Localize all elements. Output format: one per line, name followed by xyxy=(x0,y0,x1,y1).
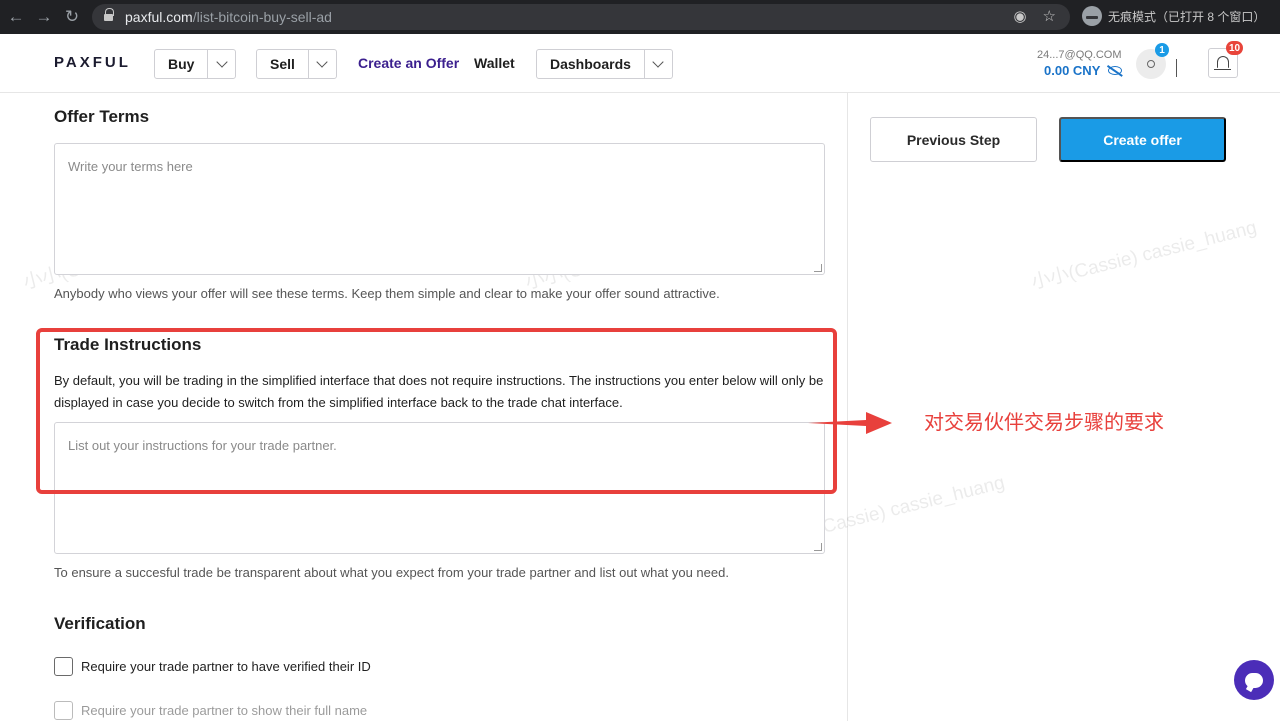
resize-handle-icon[interactable] xyxy=(814,264,822,272)
chat-bubble-icon xyxy=(1245,672,1263,688)
previous-step-button[interactable]: Previous Step xyxy=(870,117,1037,162)
forward-icon[interactable]: → xyxy=(30,3,58,31)
sell-dropdown[interactable]: Sell xyxy=(256,49,337,79)
verified-id-label: Require your trade partner to have verif… xyxy=(81,659,371,674)
chevron-down-icon xyxy=(316,56,329,68)
sell-button[interactable]: Sell xyxy=(257,50,308,78)
chevron-down-icon xyxy=(1176,59,1177,77)
verification-title: Verification xyxy=(54,614,146,633)
account-menu-chevron[interactable] xyxy=(1176,59,1177,77)
hide-balance-icon[interactable] xyxy=(1108,66,1123,75)
browser-toolbar: ← → ↻ paxful.com/list-bitcoin-buy-sell-a… xyxy=(0,0,1280,34)
incognito-indicator[interactable]: 无痕模式（已打开 8 个窗口） xyxy=(1082,6,1265,26)
resize-handle-icon[interactable] xyxy=(814,543,822,551)
verified-id-option[interactable]: Require your trade partner to have verif… xyxy=(54,657,371,676)
annotation-highlight-box xyxy=(36,328,837,494)
incognito-icon xyxy=(1082,6,1102,26)
watermark: 小小(Cassie) cassie_huang xyxy=(1029,217,1259,294)
account-email: 24...7@QQ.COM xyxy=(1037,49,1122,61)
column-divider xyxy=(847,93,848,721)
incognito-label: 无痕模式（已打开 8 个窗口） xyxy=(1108,9,1266,24)
offer-terms-helper: Anybody who views your offer will see th… xyxy=(54,286,720,301)
buy-button[interactable]: Buy xyxy=(155,50,207,78)
dashboards-chevron[interactable] xyxy=(643,50,672,78)
dashboards-button[interactable]: Dashboards xyxy=(537,50,644,78)
create-offer-link[interactable]: Create an Offer xyxy=(358,55,459,71)
chat-widget-button[interactable] xyxy=(1234,660,1274,700)
full-name-option[interactable]: Require your trade partner to show their… xyxy=(54,701,367,720)
verified-id-checkbox[interactable] xyxy=(54,657,73,676)
star-icon[interactable]: ☆ xyxy=(1043,7,1056,25)
offer-terms-placeholder: Write your terms here xyxy=(68,159,193,174)
account-balance: 0.00 CNY xyxy=(1044,63,1123,78)
offer-terms-title: Offer Terms xyxy=(54,107,150,126)
chevron-down-icon xyxy=(216,56,228,68)
lock-icon xyxy=(104,8,114,22)
dashboards-dropdown[interactable]: Dashboards xyxy=(536,49,673,79)
url-path: /list-bitcoin-buy-sell-ad xyxy=(192,9,332,25)
full-name-label: Require your trade partner to show their… xyxy=(81,703,368,718)
create-offer-button[interactable]: Create offer xyxy=(1059,117,1226,162)
bell-icon xyxy=(1214,56,1231,70)
balance-value: 0.00 CNY xyxy=(1044,63,1101,78)
address-bar[interactable]: paxful.com/list-bitcoin-buy-sell-ad ◉ ☆ xyxy=(92,4,1070,30)
notifications-badge: 10 xyxy=(1226,41,1244,55)
trade-instructions-helper: To ensure a succesful trade be transpare… xyxy=(54,565,729,580)
profile-badge: 1 xyxy=(1155,43,1169,57)
url-host: paxful.com xyxy=(125,9,193,25)
chevron-down-icon xyxy=(652,56,665,68)
user-icon xyxy=(1147,60,1155,68)
reload-icon[interactable]: ↻ xyxy=(58,3,86,31)
buy-dropdown[interactable]: Buy xyxy=(154,49,237,79)
sell-chevron[interactable] xyxy=(307,50,336,78)
annotation-text: 对交易伙伴交易步骤的要求 xyxy=(924,412,1164,434)
full-name-checkbox[interactable] xyxy=(54,701,73,720)
wallet-link[interactable]: Wallet xyxy=(474,55,515,71)
paxful-logo[interactable]: PAXFUL xyxy=(54,54,131,71)
offer-terms-textarea[interactable]: Write your terms here xyxy=(54,143,825,275)
buy-chevron[interactable] xyxy=(207,50,235,78)
annotation-arrow-icon xyxy=(808,412,892,434)
site-header: PAXFUL Buy Sell Create an Offer Wallet D… xyxy=(0,34,1280,93)
eye-off-icon[interactable]: ◉ xyxy=(1013,7,1026,25)
back-icon[interactable]: ← xyxy=(2,3,30,31)
